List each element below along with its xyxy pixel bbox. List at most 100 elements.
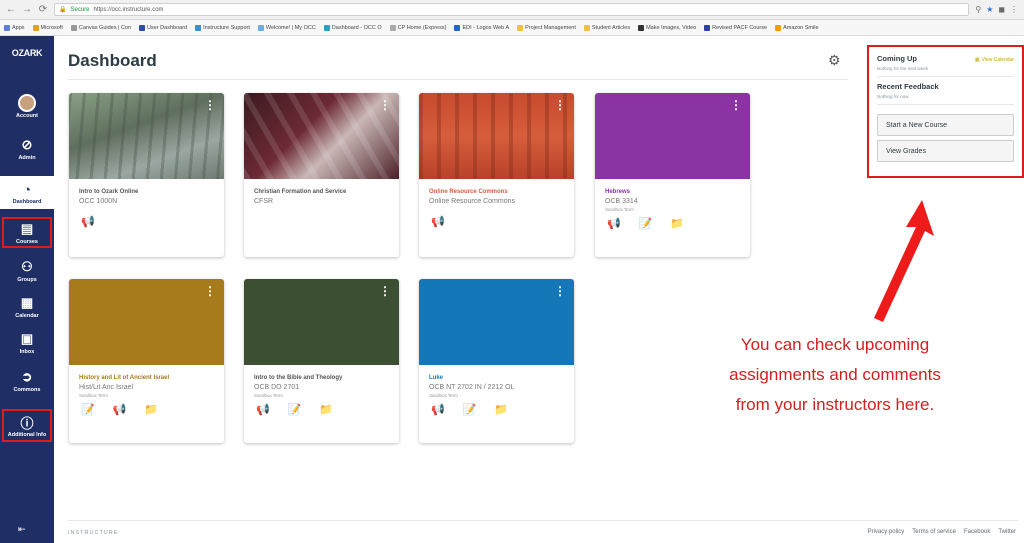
footer-link-twitter[interactable]: Twitter <box>998 529 1016 535</box>
assignments-icon[interactable]: 📝 <box>639 217 653 230</box>
more-options-icon[interactable]: ⋮ <box>554 99 566 111</box>
nav-label: Additional Info <box>7 432 47 438</box>
more-options-icon[interactable]: ⋮ <box>379 99 391 111</box>
nav-dashboard[interactable]: ◔ Dashboard <box>0 176 54 209</box>
course-name[interactable]: Hebrews <box>605 189 740 195</box>
view-grades-button[interactable]: View Grades <box>877 140 1014 162</box>
url-text: https://occ.instructure.com <box>93 6 164 13</box>
course-name[interactable]: Christian Formation and Service <box>254 189 389 195</box>
shield-icon: ⊘ <box>21 137 33 152</box>
annotation-line: You can check upcoming <box>740 335 930 354</box>
course-code: Hist/Lit Anc Israel <box>79 384 134 391</box>
bookmark-item[interactable]: Apps <box>4 24 25 31</box>
assignments-icon[interactable]: 📝 <box>288 403 302 416</box>
recent-feedback-empty: Nothing for now <box>877 94 909 99</box>
bookmark-item[interactable]: Make Images, Video <box>638 24 696 31</box>
inbox-icon: ▣ <box>20 331 34 346</box>
calendar-icon: ▦ <box>974 57 980 63</box>
course-card[interactable]: ⋮ Hebrews OCB 3314 Sandbox Term 📢 📝 📁 <box>595 93 750 257</box>
nav-groups[interactable]: ⚇ Groups <box>4 258 50 283</box>
bookmark-item[interactable]: CP Home (Express) <box>389 24 446 31</box>
bookmark-item[interactable]: User Dashboard <box>139 24 187 31</box>
nav-calendar[interactable]: ▦ Calendar <box>4 294 50 319</box>
course-name[interactable]: History and Lit of Ancient Israel <box>79 375 214 381</box>
forward-icon[interactable]: → <box>22 4 32 15</box>
course-card[interactable]: ⋮ Intro to Ozark Online OCC 1000N 📢 <box>69 93 224 257</box>
course-term: Sandbox Term <box>429 393 458 398</box>
footer-divider <box>68 520 1018 521</box>
lock-icon: 🔒 <box>59 7 67 13</box>
course-name[interactable]: Luke <box>429 375 564 381</box>
footer-link-privacy[interactable]: Privacy policy <box>868 529 905 535</box>
more-options-icon[interactable]: ⋮ <box>204 99 216 111</box>
announcements-icon[interactable]: 📢 <box>256 403 270 416</box>
bookmarks-bar: Apps Microsoft Canvas Guides | Con User … <box>0 20 1024 36</box>
files-folder-icon[interactable]: 📁 <box>319 403 333 416</box>
assignments-icon[interactable]: 📝 <box>463 403 477 416</box>
more-options-icon[interactable]: ⋮ <box>379 285 391 297</box>
nav-courses[interactable]: ▤ Courses <box>2 217 52 248</box>
course-name[interactable]: Online Resource Commons <box>429 189 564 195</box>
start-new-course-button[interactable]: Start a New Course <box>877 114 1014 136</box>
more-options-icon[interactable]: ⋮ <box>554 285 566 297</box>
course-card[interactable]: ⋮ Christian Formation and Service CFSR <box>244 93 399 257</box>
info-icon: ⓘ <box>20 415 34 431</box>
nav-label: Commons <box>13 387 41 393</box>
footer-link-facebook[interactable]: Facebook <box>964 529 990 535</box>
menu-icon[interactable]: ⋮ <box>1010 5 1018 14</box>
reload-icon[interactable]: ⟳ <box>38 4 48 15</box>
assignments-icon[interactable]: 📝 <box>81 403 95 416</box>
announcements-icon[interactable]: 📢 <box>431 403 445 416</box>
course-name[interactable]: Intro to Ozark Online <box>79 189 214 195</box>
bookmark-item[interactable]: Revised PACF Course <box>704 24 767 31</box>
course-name[interactable]: Intro to the Bible and Theology <box>254 375 389 381</box>
annotation-line: from your instructors here. <box>735 395 935 414</box>
gear-icon[interactable]: ⚙ <box>828 52 841 69</box>
extension-icon[interactable]: ◼ <box>998 5 1005 14</box>
more-options-icon[interactable]: ⋮ <box>730 99 742 111</box>
announcements-icon[interactable]: 📢 <box>607 217 621 230</box>
course-term: Sandbox Term <box>254 393 283 398</box>
footer-brand[interactable]: INSTRUCTURE <box>68 530 118 536</box>
more-options-icon[interactable]: ⋮ <box>204 285 216 297</box>
files-folder-icon[interactable]: 📁 <box>670 217 684 230</box>
footer-link-terms[interactable]: Terms of service <box>912 529 956 535</box>
files-folder-icon[interactable]: 📁 <box>144 403 158 416</box>
bookmark-item[interactable]: Canvas Guides | Con <box>70 24 131 31</box>
bookmark-item[interactable]: Instructure Support <box>195 24 250 31</box>
zoom-icon[interactable]: ⚲ <box>975 5 981 14</box>
collapse-nav-icon[interactable]: ⇤ <box>18 524 26 535</box>
bookmark-item[interactable]: Dashboard - OCC O <box>323 24 382 31</box>
back-icon[interactable]: ← <box>6 4 16 15</box>
nav-label: Inbox <box>19 349 35 355</box>
nav-account[interactable]: Account <box>4 94 50 119</box>
bookmark-item[interactable]: Welcome! | My OCC <box>257 24 316 31</box>
bookmark-item[interactable]: Project Management <box>517 24 576 31</box>
course-card[interactable]: ⋮ Online Resource Commons Online Resourc… <box>419 93 574 257</box>
card-image: ⋮ <box>69 93 224 179</box>
announcements-icon[interactable]: 📢 <box>81 215 95 228</box>
school-logo[interactable]: OZARK <box>6 48 48 58</box>
divider <box>877 104 1014 105</box>
bookmark-item[interactable]: EDI - Logos Web A <box>454 24 509 31</box>
announcements-icon[interactable]: 📢 <box>431 215 445 228</box>
bookmark-item[interactable]: Amazon Smile <box>775 24 819 31</box>
global-nav: OZARK Account ⊘ Admin ◔ Dashboard ▤ Cour… <box>0 36 54 543</box>
course-card[interactable]: ⋮ Luke OCB NT 2702 IN / 2212 OL Sandbox … <box>419 279 574 443</box>
course-card[interactable]: ⋮ History and Lit of Ancient Israel Hist… <box>69 279 224 443</box>
announcements-icon[interactable]: 📢 <box>113 403 127 416</box>
bookmark-item[interactable]: Microsoft <box>32 24 63 31</box>
card-image: ⋮ <box>244 93 399 179</box>
nav-commons[interactable]: ➲ Commons <box>4 368 50 393</box>
files-folder-icon[interactable]: 📁 <box>494 403 508 416</box>
card-image: ⋮ <box>419 93 574 179</box>
nav-admin[interactable]: ⊘ Admin <box>4 136 50 161</box>
main-content: Dashboard ⚙ ⋮ Intro to Ozark Online OCC … <box>54 36 1018 543</box>
bookmark-star-icon[interactable]: ★ <box>986 5 993 14</box>
address-bar[interactable]: 🔒 Secure https://occ.instructure.com <box>54 3 970 16</box>
nav-additional-info[interactable]: ⓘ Additional Info <box>2 409 52 442</box>
view-calendar-link[interactable]: ▦ View Calendar <box>975 57 1014 63</box>
bookmark-item[interactable]: Student Articles <box>583 24 630 31</box>
course-card[interactable]: ⋮ Intro to the Bible and Theology OCB DO… <box>244 279 399 443</box>
nav-inbox[interactable]: ▣ Inbox <box>4 330 50 355</box>
